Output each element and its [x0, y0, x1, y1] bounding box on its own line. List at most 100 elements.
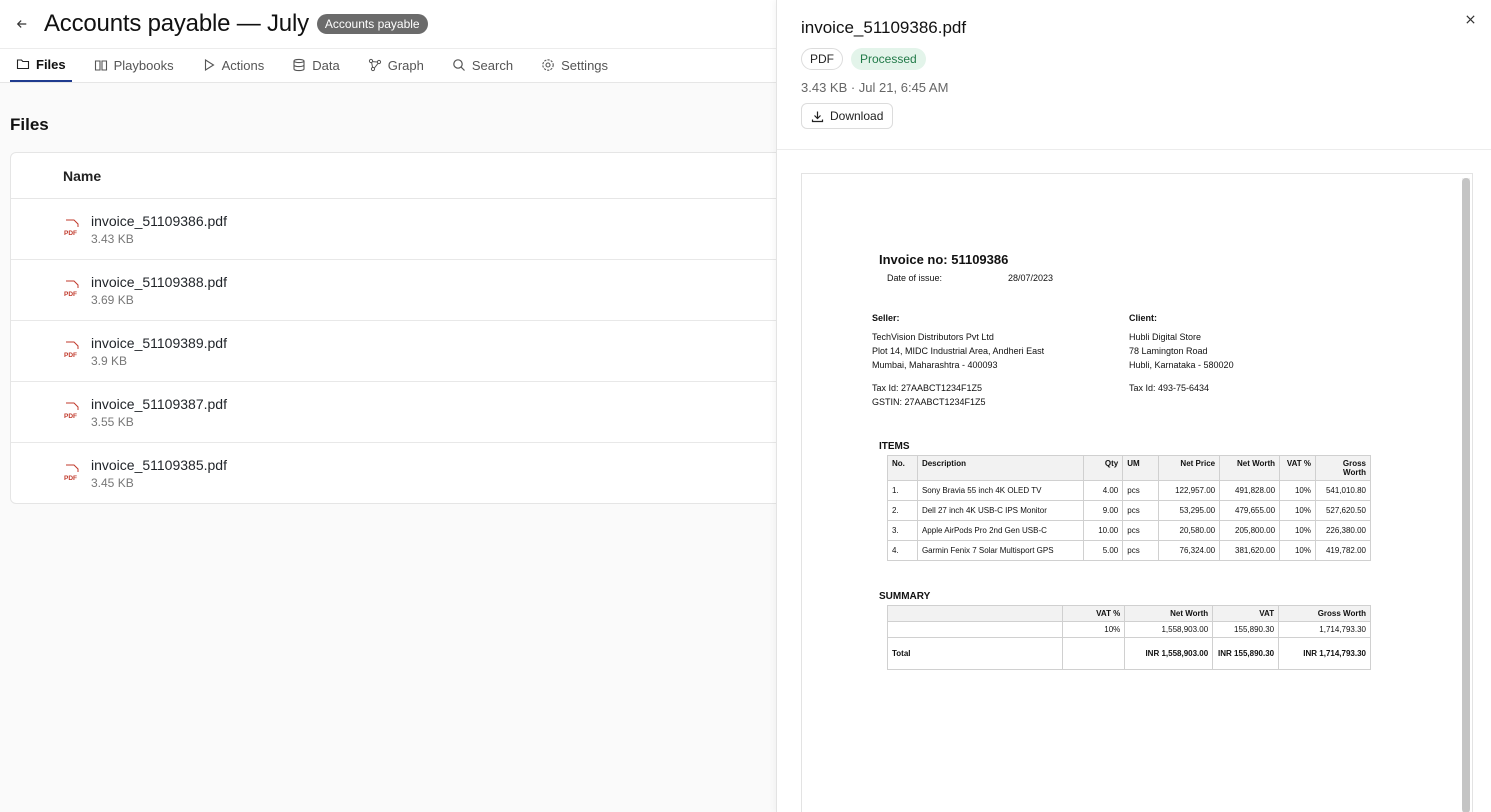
file-type-badge: PDF [801, 48, 843, 70]
pdf-viewer[interactable]: Invoice no: 51109386 Date of issue: 28/0… [801, 173, 1473, 812]
file-name: invoice_51109386.pdf [91, 212, 227, 229]
graph-icon [368, 58, 381, 72]
items-col-qty: Qty [1083, 455, 1124, 481]
invoice-title: Invoice no: 51109386 [879, 252, 1009, 267]
date-label: Date of issue: [887, 273, 943, 283]
cell: 10% [1279, 520, 1316, 541]
table-row[interactable]: PDF invoice_51109387.pdf 3.55 KB [11, 382, 809, 443]
cell: 155,890.30 [1212, 621, 1280, 638]
pdf-file-icon: PDF [64, 402, 79, 420]
client-block: Client: Hubli Digital Store 78 Lamington… [1129, 311, 1386, 409]
seller-line: TechVision Distributors Pvt Ltd [872, 332, 994, 342]
drawer-header: invoice_51109386.pdf PDF Processed 3.43 … [777, 0, 1491, 150]
cell: 76,324.00 [1158, 540, 1221, 561]
seller-line: Plot 14, MIDC Industrial Area, Andheri E… [872, 346, 1045, 356]
status-badge: Processed [851, 48, 926, 70]
date-value: 28/07/2023 [1008, 273, 1054, 283]
cell: 3. [887, 520, 918, 541]
pdf-file-icon: PDF [64, 464, 79, 482]
cell [1062, 637, 1126, 670]
cell: 122,957.00 [1158, 480, 1221, 501]
cell: 491,828.00 [1219, 480, 1281, 501]
drawer-file-title: invoice_51109386.pdf [801, 18, 967, 37]
files-section-title: Files [10, 115, 49, 134]
tab-label: Search [471, 57, 514, 73]
client-heading: Client: [1129, 313, 1157, 323]
cell: 4. [887, 540, 918, 561]
tab-data[interactable]: Data [286, 48, 345, 82]
items-col-gross-worth: Gross Worth [1314, 455, 1372, 481]
invoice-parties: Seller: TechVision Distributors Pvt Ltd … [872, 311, 1392, 409]
cell: pcs [1122, 540, 1160, 561]
tab-playbooks[interactable]: Playbooks [88, 48, 180, 82]
download-icon [811, 111, 824, 122]
cell: INR 1,558,903.00 [1124, 637, 1214, 670]
items-row: 4. Garmin Fenix 7 Solar Multisport GPS 5… [887, 540, 1372, 561]
cell: 10% [1062, 621, 1126, 638]
invoice-date: Date of issue: 28/07/2023 [887, 273, 1392, 283]
items-col-net-price: Net Price [1158, 455, 1221, 481]
tab-files[interactable]: Files [10, 48, 72, 82]
cell: 10% [1279, 540, 1316, 561]
summary-header-row: VAT % Net Worth VAT Gross Worth [886, 605, 1371, 622]
close-icon[interactable] [1465, 12, 1477, 24]
cell: 10% [1279, 480, 1316, 501]
pdf-file-icon: PDF [64, 219, 79, 237]
cell: pcs [1122, 520, 1160, 541]
tab-graph[interactable]: Graph [362, 48, 430, 82]
file-size: 3.69 KB [91, 292, 134, 307]
seller-heading: Seller: [872, 313, 900, 323]
summary-row: 10% 1,558,903.00 155,890.30 1,714,793.30 [886, 621, 1371, 638]
download-label: Download [830, 109, 884, 123]
column-header-name[interactable]: Name [11, 153, 809, 199]
svg-text:PDF: PDF [64, 475, 77, 482]
cell: 205,800.00 [1219, 520, 1281, 541]
file-size: 3.9 KB [91, 353, 128, 368]
scroll-thumb[interactable] [1462, 178, 1470, 812]
book-icon [94, 60, 107, 71]
tab-label: Playbooks [113, 57, 174, 73]
tab-actions[interactable]: Actions [196, 48, 271, 82]
cell [886, 621, 1064, 638]
summary-col-vat: VAT [1212, 605, 1280, 622]
seller-line: Mumbai, Maharashtra - 400093 [872, 360, 998, 370]
items-col-net-worth: Net Worth [1219, 455, 1281, 481]
cell: 2. [887, 500, 918, 521]
svg-text:PDF: PDF [64, 230, 77, 237]
file-size: 3.55 KB [91, 414, 134, 429]
table-row[interactable]: PDF invoice_51109385.pdf 3.45 KB [11, 443, 809, 504]
items-table: No. Description Qty UM Net Price Net Wor… [887, 455, 1372, 561]
items-col-um: UM [1122, 455, 1160, 481]
cell: 381,620.00 [1219, 540, 1281, 561]
tab-settings[interactable]: Settings [535, 48, 614, 82]
pdf-file-icon: PDF [64, 341, 79, 359]
table-row[interactable]: PDF invoice_51109389.pdf 3.9 KB [11, 321, 809, 382]
summary-col-vat-pct: VAT % [1062, 605, 1126, 622]
search-icon [453, 59, 465, 71]
items-col-description: Description [916, 455, 1085, 481]
back-arrow-icon[interactable] [16, 17, 30, 31]
tab-label: Actions [221, 57, 265, 73]
page-title: Accounts payable — July [44, 10, 309, 37]
cell: 4.00 [1083, 480, 1124, 501]
file-name: invoice_51109387.pdf [91, 395, 227, 412]
files-table: Name PDF invoice_51109386.pdf 3.43 KB PDF… [10, 152, 810, 504]
cell: 479,655.00 [1219, 500, 1281, 521]
cell: 20,580.00 [1158, 520, 1221, 541]
tab-search[interactable]: Search [446, 48, 519, 82]
cell: 5.00 [1083, 540, 1124, 561]
seller-gstin: GSTIN: 27AABCT1234F1Z5 [872, 397, 986, 407]
table-row[interactable]: PDF invoice_51109386.pdf 3.43 KB [11, 199, 809, 260]
cell: 1. [887, 480, 918, 501]
summary-table: VAT % Net Worth VAT Gross Worth 10% 1,55… [886, 605, 1371, 670]
client-line: Hubli Digital Store [1129, 332, 1202, 342]
items-row: 2. Dell 27 inch 4K USB-C IPS Monitor 9.0… [887, 500, 1372, 521]
items-col-no: No. [887, 455, 918, 481]
viewer-scrollbar[interactable] [1462, 178, 1470, 812]
table-row[interactable]: PDF invoice_51109388.pdf 3.69 KB [11, 260, 809, 321]
svg-text:PDF: PDF [64, 413, 77, 420]
client-tax-id: Tax Id: 493-75-6434 [1129, 383, 1210, 393]
download-button[interactable]: Download [801, 103, 894, 129]
summary-col-net-worth: Net Worth [1124, 605, 1214, 622]
items-header-row: No. Description Qty UM Net Price Net Wor… [887, 455, 1372, 481]
